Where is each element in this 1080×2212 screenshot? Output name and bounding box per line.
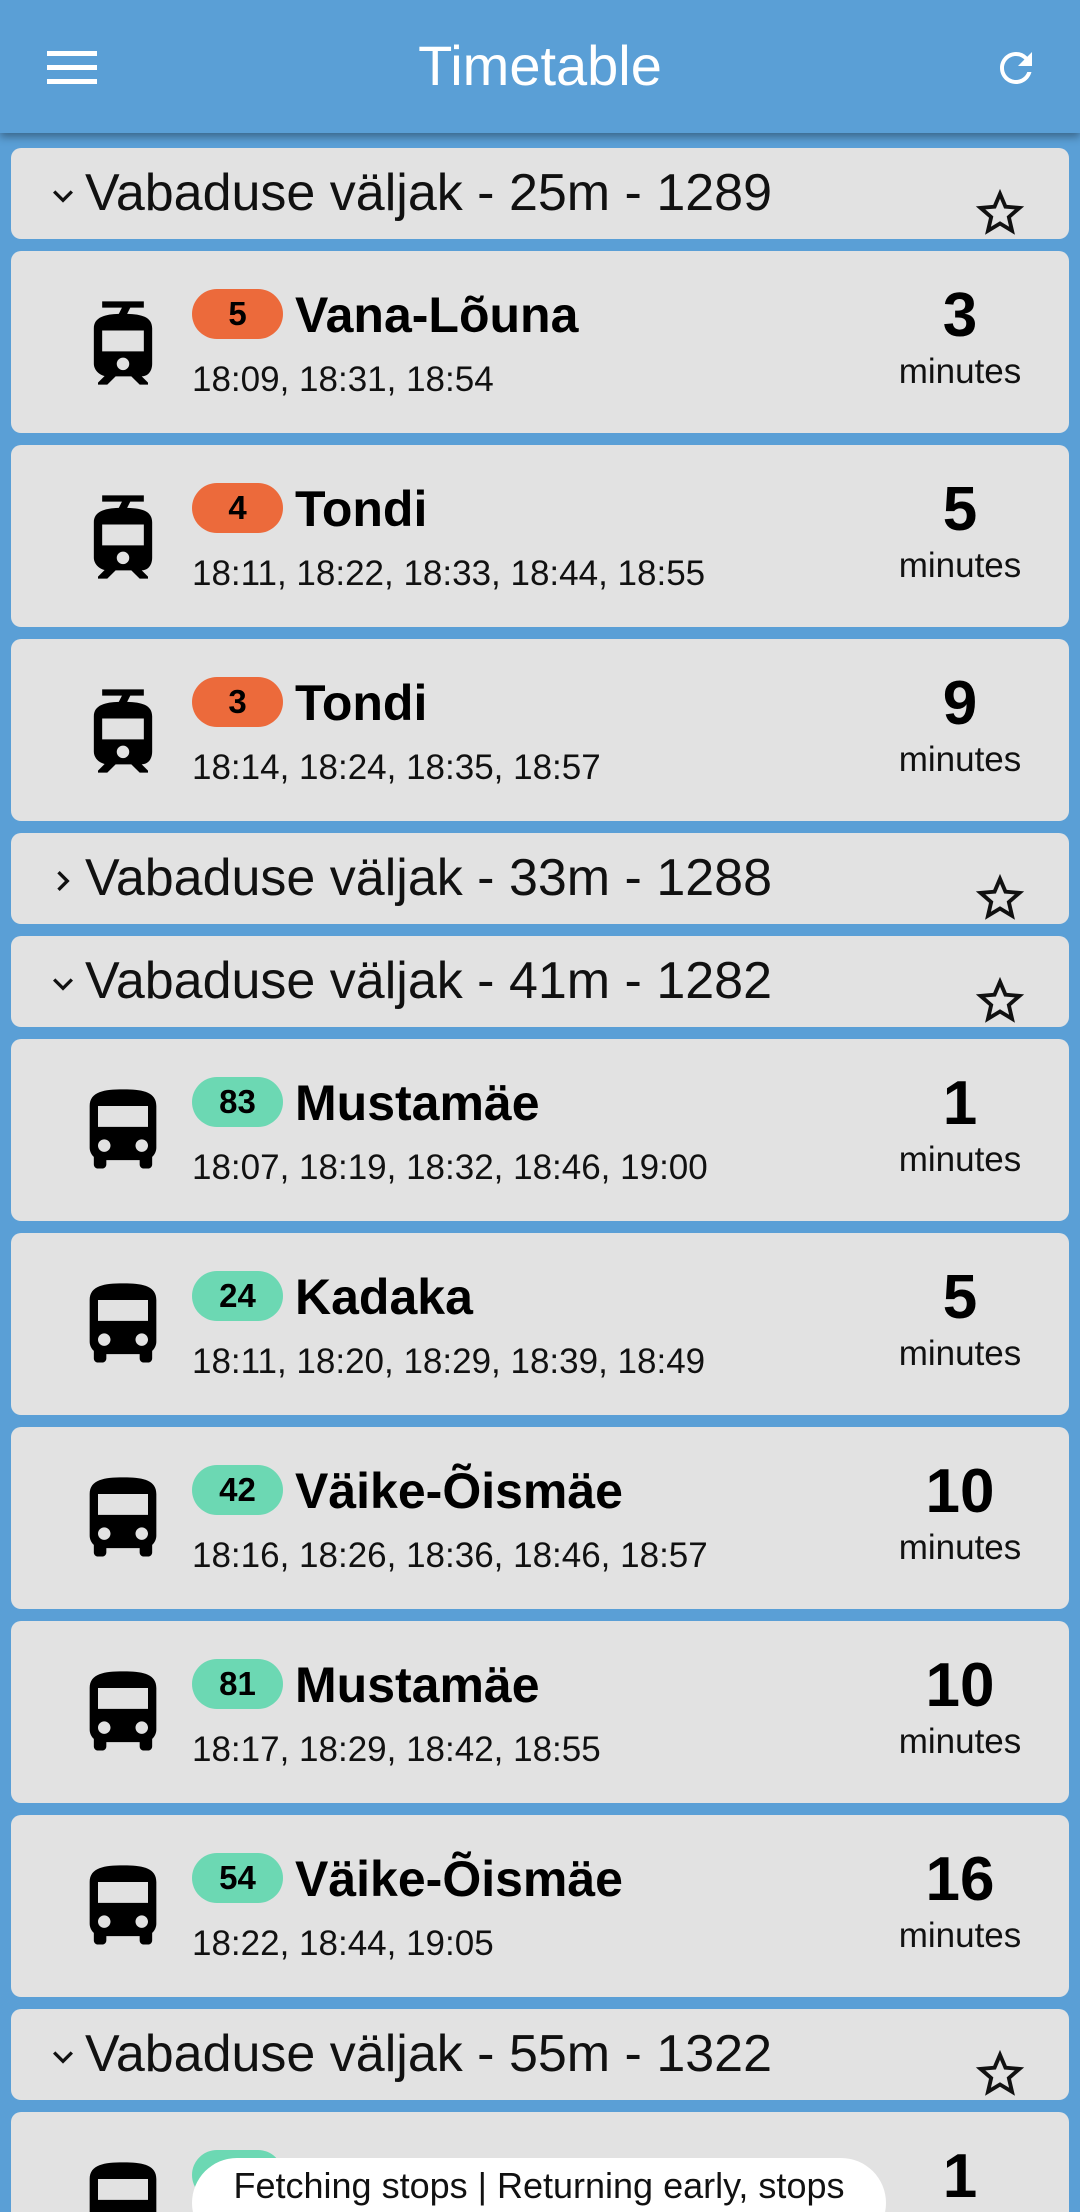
- minutes-until: 10 minutes: [885, 1457, 1035, 1569]
- route-destination: Vana-Lõuna: [295, 287, 579, 343]
- minutes-value: 10: [925, 1457, 995, 1526]
- route-destination: Tondi: [295, 675, 428, 731]
- minutes-until: 9 minutes: [885, 669, 1035, 781]
- bus-icon: [73, 1275, 173, 1375]
- bus-icon: [73, 1857, 173, 1957]
- minutes-label: minutes: [898, 546, 1022, 585]
- minutes-value: 1: [942, 1069, 978, 1138]
- route-card[interactable]: 4 Tondi 18:11, 18:22, 18:33, 18:44, 18:55 5…: [11, 445, 1069, 627]
- refresh-button[interactable]: [980, 35, 1052, 101]
- minutes-until: 16 minutes: [885, 1845, 1035, 1957]
- minutes-until: 5 minutes: [885, 475, 1035, 587]
- departure-times: 18:17, 18:29, 18:42, 18:55: [192, 1730, 601, 1769]
- departure-times: 18:11, 18:20, 18:29, 18:39, 18:49: [192, 1342, 706, 1381]
- departure-times: 18:09, 18:31, 18:54: [192, 360, 494, 399]
- departure-times: 18:14, 18:24, 18:35, 18:57: [192, 748, 601, 787]
- route-card[interactable]: 5 Vana-Lõuna 18:09, 18:31, 18:54 3 minutes: [11, 251, 1069, 433]
- chevron-down-icon[interactable]: [43, 176, 83, 216]
- minutes-until: 3 minutes: [885, 281, 1035, 393]
- route-number-badge: 42: [192, 1465, 283, 1515]
- refresh-icon: [1000, 52, 1032, 84]
- chevron-down-icon[interactable]: [43, 964, 83, 1004]
- bus-icon: [73, 2154, 173, 2212]
- minutes-label: minutes: [898, 1722, 1022, 1761]
- app-bar: Timetable: [0, 0, 1080, 133]
- route-destination: Mustamäe: [295, 1657, 540, 1713]
- star-icon[interactable]: [971, 2045, 1029, 2103]
- route-destination: Tondi: [295, 481, 428, 537]
- route-destination: Mustamäe: [295, 1075, 540, 1131]
- minutes-until: 5 minutes: [885, 1263, 1035, 1375]
- minutes-until: 1 minutes: [885, 1069, 1035, 1181]
- route-number-badge: 24: [192, 1271, 283, 1321]
- minutes-value: 1: [942, 2142, 978, 2211]
- route-number-badge: 3: [192, 677, 283, 727]
- stop-group-header[interactable]: Vabaduse väljak - 41m - 1282: [11, 936, 1069, 1027]
- stop-group-title: Vabaduse väljak - 41m - 1282: [85, 952, 772, 1010]
- route-card[interactable]: 24 Kadaka 18:11, 18:20, 18:29, 18:39, 18:4…: [11, 1233, 1069, 1415]
- star-icon[interactable]: [971, 972, 1029, 1030]
- page-title: Timetable: [418, 34, 662, 97]
- minutes-label: minutes: [898, 740, 1022, 779]
- minutes-value: 5: [942, 1263, 978, 1332]
- route-card[interactable]: 54 Väike-Õismäe 18:22, 18:44, 19:05 16 minut…: [11, 1815, 1069, 1997]
- route-destination: Väike-Õismäe: [295, 1463, 623, 1519]
- stop-group-title: Vabaduse väljak - 25m - 1289: [85, 164, 772, 222]
- route-card[interactable]: 42 Väike-Õismäe 18:16, 18:26, 18:36, 18:46…: [11, 1427, 1069, 1609]
- route-card[interactable]: 3 Tondi 18:14, 18:24, 18:35, 18:57 9 minutes: [11, 639, 1069, 821]
- route-destination: Väike-Õismäe: [295, 1851, 623, 1907]
- stops-list: Vabaduse väljak - 25m - 1289 5 Vana-Lõuna 1…: [11, 148, 1069, 2212]
- bus-icon: [73, 1663, 173, 1763]
- minutes-label: minutes: [898, 1528, 1022, 1567]
- route-number-badge: 81: [192, 1659, 283, 1709]
- minutes-value: 5: [942, 475, 978, 544]
- route-card[interactable]: 81 Mustamäe 18:17, 18:29, 18:42, 18:55 10 mi…: [11, 1621, 1069, 1803]
- chevron-right-icon[interactable]: [43, 861, 83, 901]
- stop-group-title: Vabaduse väljak - 55m - 1322: [85, 2025, 772, 2083]
- route-number-badge: 5: [192, 289, 283, 339]
- route-destination: Kadaka: [295, 1269, 473, 1325]
- stop-group-header[interactable]: Vabaduse väljak - 25m - 1289: [11, 148, 1069, 239]
- star-icon[interactable]: [971, 184, 1029, 242]
- star-icon[interactable]: [971, 869, 1029, 927]
- minutes-value: 16: [925, 1845, 995, 1914]
- tram-icon: [73, 487, 173, 587]
- stop-group-header[interactable]: Vabaduse väljak - 33m - 1288: [11, 833, 1069, 924]
- chevron-down-icon[interactable]: [43, 2037, 83, 2077]
- minutes-value: 10: [925, 1651, 995, 1720]
- tram-icon: [73, 293, 173, 393]
- departure-times: 18:22, 18:44, 19:05: [192, 1924, 494, 1963]
- route-card[interactable]: 83 Mustamäe 18:07, 18:19, 18:32, 18:46, 19…: [11, 1039, 1069, 1221]
- minutes-until: 10 minutes: [885, 1651, 1035, 1763]
- stop-group-title: Vabaduse väljak - 33m - 1288: [85, 849, 772, 907]
- minutes-until: 1: [885, 2142, 1035, 2212]
- departure-times: 18:07, 18:19, 18:32, 18:46, 19:00: [192, 1148, 708, 1187]
- tram-icon: [73, 681, 173, 781]
- minutes-value: 9: [942, 669, 978, 738]
- bus-icon: [73, 1469, 173, 1569]
- status-toast: Fetching stops | Returning early, stops: [192, 2158, 886, 2212]
- route-number-badge: 54: [192, 1853, 283, 1903]
- minutes-label: minutes: [898, 1334, 1022, 1373]
- route-number-badge: 83: [192, 1077, 283, 1127]
- departure-times: 18:11, 18:22, 18:33, 18:44, 18:55: [192, 554, 706, 593]
- stop-group-header[interactable]: Vabaduse väljak - 55m - 1322: [11, 2009, 1069, 2100]
- route-number-badge: 4: [192, 483, 283, 533]
- bus-icon: [73, 1081, 173, 1181]
- minutes-value: 3: [942, 281, 978, 350]
- minutes-label: minutes: [898, 352, 1022, 391]
- minutes-label: minutes: [898, 1916, 1022, 1955]
- minutes-label: minutes: [898, 1140, 1022, 1179]
- departure-times: 18:16, 18:26, 18:36, 18:46, 18:57: [192, 1536, 708, 1575]
